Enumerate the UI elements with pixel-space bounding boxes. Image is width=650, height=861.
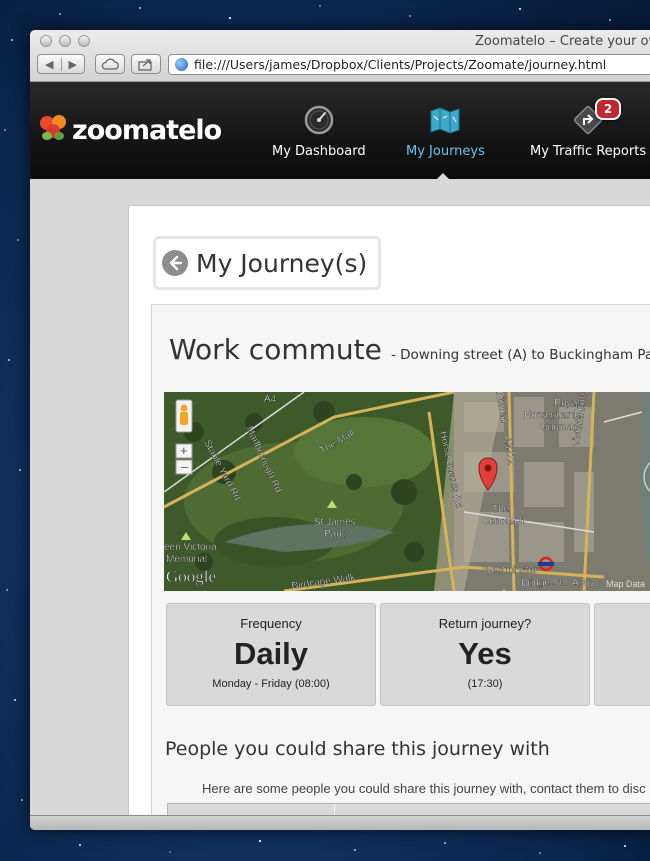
map-icon — [430, 107, 460, 134]
stat-value: Yes — [458, 636, 512, 671]
journey-panel: Work commute - Downing street (A) to Buc… — [151, 304, 650, 830]
svg-text:+: + — [180, 443, 188, 458]
svg-text:–: – — [181, 459, 189, 474]
map-label-the-cenotaph: The — [492, 504, 510, 515]
nav-my-traffic-reports[interactable]: 2 My Traffic Reports — [530, 98, 647, 159]
map-label-the-cenotaph-2: Cenotaph — [482, 516, 525, 527]
main-content: My Journey(s) Work commute - Downing str… — [30, 179, 650, 830]
back-arrow-icon — [162, 250, 188, 276]
cloud-icon — [101, 58, 119, 70]
share-icon — [138, 58, 152, 71]
window-title: Zoomatelo – Create your ow — [475, 34, 650, 49]
journey-route: - Downing street (A) to Buckingham Palac… — [390, 347, 650, 363]
minimize-window-button[interactable] — [59, 35, 71, 47]
frequency-stat: Frequency Daily Monday - Friday (08:00) — [166, 603, 376, 706]
google-logo: Google — [166, 567, 216, 586]
browser-toolbar: Zoomatelo – Create your ow ◀ ▶ file:///U… — [30, 30, 650, 82]
map-label-st-james-park-2: Park — [324, 529, 346, 540]
icloud-tabs-button[interactable] — [95, 54, 125, 74]
map-zoom-controls[interactable]: + – — [175, 443, 193, 475]
map-label-st-james-park: St James — [314, 517, 356, 528]
browser-window: Zoomatelo – Create your ow ◀ ▶ file:///U… — [30, 30, 650, 830]
map-label-queen-victoria: een Victoria — [164, 542, 217, 553]
stat-label: Frequency — [240, 616, 302, 631]
nav-label: My Journeys — [406, 144, 485, 159]
stat-detail: (17:30) — [467, 678, 503, 690]
zoomatelo-logo[interactable]: zoomatelo — [38, 114, 222, 146]
map-data-link[interactable]: Map Data — [606, 579, 645, 589]
close-window-button[interactable] — [40, 35, 52, 47]
map-label-bridge-st: Bridge St — [521, 578, 562, 589]
traffic-report-count-badge: 2 — [595, 98, 621, 120]
map-label-horseguards: Horseguards — [524, 410, 581, 421]
globe-icon — [175, 58, 188, 71]
return-journey-stat: Return journey? Yes (17:30) — [380, 603, 590, 706]
map-label-a4: A4 — [264, 394, 277, 405]
map-label-a302: A302 — [572, 578, 596, 589]
nav-label: My Dashboard — [272, 144, 366, 159]
stat-detail: Monday - Friday (08:00) — [212, 678, 330, 690]
browser-back-button[interactable]: ◀ — [38, 57, 62, 71]
app-header: zoomatelo My Dashboard My Journeys 2 My … — [30, 82, 650, 179]
address-url: file:///Users/james/Dropbox/Clients/Proj… — [194, 57, 607, 72]
journey-card: My Journey(s) Work commute - Downing str… — [128, 205, 650, 830]
share-heading: People you could share this journey with — [165, 738, 550, 760]
map-label-memorial: Memorial — [166, 554, 207, 565]
third-stat-box — [594, 603, 650, 706]
logo-text: zoomatelo — [72, 114, 222, 146]
page-title: My Journey(s) — [196, 248, 368, 278]
journey-heading: Work commute - Downing street (A) to Buc… — [169, 333, 650, 366]
share-button[interactable] — [131, 54, 161, 74]
browser-status-bar — [30, 815, 650, 830]
flower-logo-icon — [38, 114, 70, 146]
stat-value: Daily — [233, 636, 309, 671]
back-to-journeys-button[interactable]: My Journey(s) — [153, 236, 381, 290]
nav-my-journeys[interactable]: My Journeys — [406, 104, 485, 159]
nav-label: My Traffic Reports — [530, 144, 647, 159]
nav-my-dashboard[interactable]: My Dashboard — [272, 104, 366, 159]
browser-forward-button[interactable]: ▶ — [62, 58, 85, 71]
speedometer-icon — [304, 105, 334, 135]
zoom-window-button[interactable] — [78, 35, 90, 47]
journey-map[interactable]: A4 Marlborough Rd Stable Yard Rd The Mal… — [164, 392, 650, 591]
journey-name: Work commute — [169, 333, 382, 366]
back-forward-buttons: ◀ ▶ — [37, 54, 85, 74]
stat-label: Return journey? — [438, 616, 532, 631]
map-label-westminster: Westminster — [482, 565, 538, 576]
address-bar[interactable]: file:///Users/james/Dropbox/Clients/Proj… — [168, 54, 650, 75]
share-description: Here are some people you could share thi… — [202, 781, 646, 796]
window-controls — [40, 35, 90, 47]
